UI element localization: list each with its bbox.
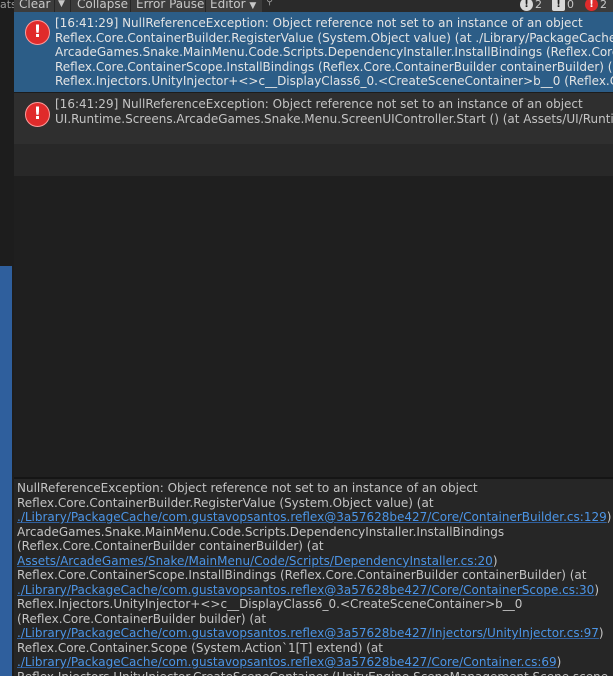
link-suffix: ) — [606, 510, 612, 524]
log-entry-text: [16:41:29] NullReferenceException: Objec… — [55, 97, 613, 126]
toolbar-separator — [130, 0, 131, 12]
stacktrace-link-line: ./Library/PackageCache/com.gustavopsanto… — [17, 583, 611, 598]
chevron-down-icon: ▼ — [249, 1, 257, 11]
error-icon: ! — [25, 20, 50, 45]
link-suffix: ) — [594, 582, 599, 597]
left-selection-bar — [0, 266, 12, 676]
stacktrace-detail-panel: NullReferenceException: Object reference… — [14, 479, 613, 676]
stacktrace-line: NullReferenceException: Object reference… — [17, 481, 478, 495]
stacktrace-line: Reflex.Core.Container.Scope (System.Acti… — [17, 640, 383, 655]
source-file-link[interactable]: ./Library/PackageCache/com.gustavopsanto… — [17, 583, 594, 597]
stacktrace-line: Reflex.Injectors.UnityInjector+<>c__Disp… — [17, 597, 523, 611]
error-icon: ! — [25, 102, 50, 127]
log-line: Reflex.Injectors.UnityInjector+<>c__Disp… — [55, 74, 613, 88]
left-panel-edge: ats — [0, 0, 17, 676]
stacktrace-lines: NullReferenceException: Object reference… — [17, 481, 611, 676]
link-suffix: ) — [598, 626, 604, 640]
info-count-toggle[interactable]: ! 2 — [520, 0, 542, 12]
source-file-link[interactable]: ./Library/PackageCache/com.gustavopsanto… — [17, 626, 599, 640]
error-count: 2 — [600, 0, 607, 11]
console-toolbar: Clear ▼ Collapse Error Pause Editor ▼ ⚲ … — [14, 0, 613, 12]
error-count-toggle[interactable]: ! 2 — [585, 0, 607, 12]
log-line: Reflex.Core.ContainerBuilder.RegisterVal… — [55, 30, 613, 45]
console-log-list: ! [16:41:29] NullReferenceException: Obj… — [14, 12, 613, 176]
toolbar-separator — [70, 0, 71, 12]
info-count: 2 — [535, 0, 542, 11]
warning-count: 0 — [567, 0, 574, 11]
stacktrace-line: Reflex.Core.ContainerScope.InstallBindin… — [17, 568, 587, 582]
log-line: UI.Runtime.Screens.ArcadeGames.Snake.Men… — [55, 111, 613, 126]
error-pause-button[interactable]: Error Pause — [136, 0, 204, 12]
search-input[interactable]: ⚲ — [262, 0, 524, 12]
stacktrace-line: (Reflex.Core.ContainerBuilder builder) (… — [17, 611, 267, 626]
stacktrace-link-line: ./Library/PackageCache/com.gustavopsanto… — [17, 626, 611, 641]
log-line: [16:41:29] NullReferenceException: Objec… — [55, 16, 583, 30]
log-entry[interactable]: ! [16:41:29] NullReferenceException: Obj… — [14, 12, 613, 92]
log-line: Reflex.Core.ContainerScope.InstallBindin… — [55, 59, 613, 74]
warning-icon: ! — [552, 0, 565, 11]
stacktrace-line: (Reflex.Core.ContainerBuilder containerB… — [17, 539, 324, 553]
stacktrace-line: Reflex.Injectors.UnityInjector.CreateSce… — [17, 670, 611, 676]
toolbar-separator — [54, 0, 55, 12]
log-line: [16:41:29] NullReferenceException: Objec… — [55, 97, 583, 111]
search-icon: ⚲ — [266, 0, 274, 7]
warning-count-toggle[interactable]: ! 0 — [552, 0, 574, 12]
source-file-link[interactable]: ./Library/PackageCache/com.gustavopsanto… — [17, 510, 607, 524]
log-entry-text: [16:41:29] NullReferenceException: Objec… — [55, 16, 613, 89]
console-log-empty-area — [14, 176, 613, 478]
clear-options-dropdown-icon[interactable]: ▼ — [58, 0, 65, 12]
log-entry[interactable]: ! [16:41:29] NullReferenceException: Obj… — [14, 92, 613, 144]
link-suffix: ) — [556, 655, 562, 669]
stacktrace-line: ArcadeGames.Snake.MainMenu.Code.Scripts.… — [17, 524, 505, 539]
log-line: ArcadeGames.Snake.MainMenu.Code.Scripts.… — [55, 45, 613, 59]
source-file-link[interactable]: Assets/ArcadeGames/Snake/MainMenu/Code/S… — [17, 554, 493, 568]
stacktrace-link-line: ./Library/PackageCache/com.gustavopsanto… — [17, 510, 611, 525]
stacktrace-link-line: Assets/ArcadeGames/Snake/MainMenu/Code/S… — [17, 554, 611, 569]
info-icon: ! — [520, 0, 533, 11]
editor-dropdown[interactable]: Editor ▼ — [210, 0, 256, 12]
clear-button[interactable]: Clear — [19, 0, 50, 12]
stacktrace-link-line: ./Library/PackageCache/com.gustavopsanto… — [17, 655, 611, 670]
error-icon: ! — [585, 0, 598, 11]
editor-label: Editor — [210, 0, 246, 11]
stacktrace-line: Reflex.Core.ContainerBuilder.RegisterVal… — [17, 495, 434, 510]
collapse-button[interactable]: Collapse — [77, 0, 128, 12]
link-suffix: ) — [492, 553, 498, 568]
source-file-link[interactable]: ./Library/PackageCache/com.gustavopsanto… — [17, 655, 557, 669]
toolbar-separator — [205, 0, 206, 12]
